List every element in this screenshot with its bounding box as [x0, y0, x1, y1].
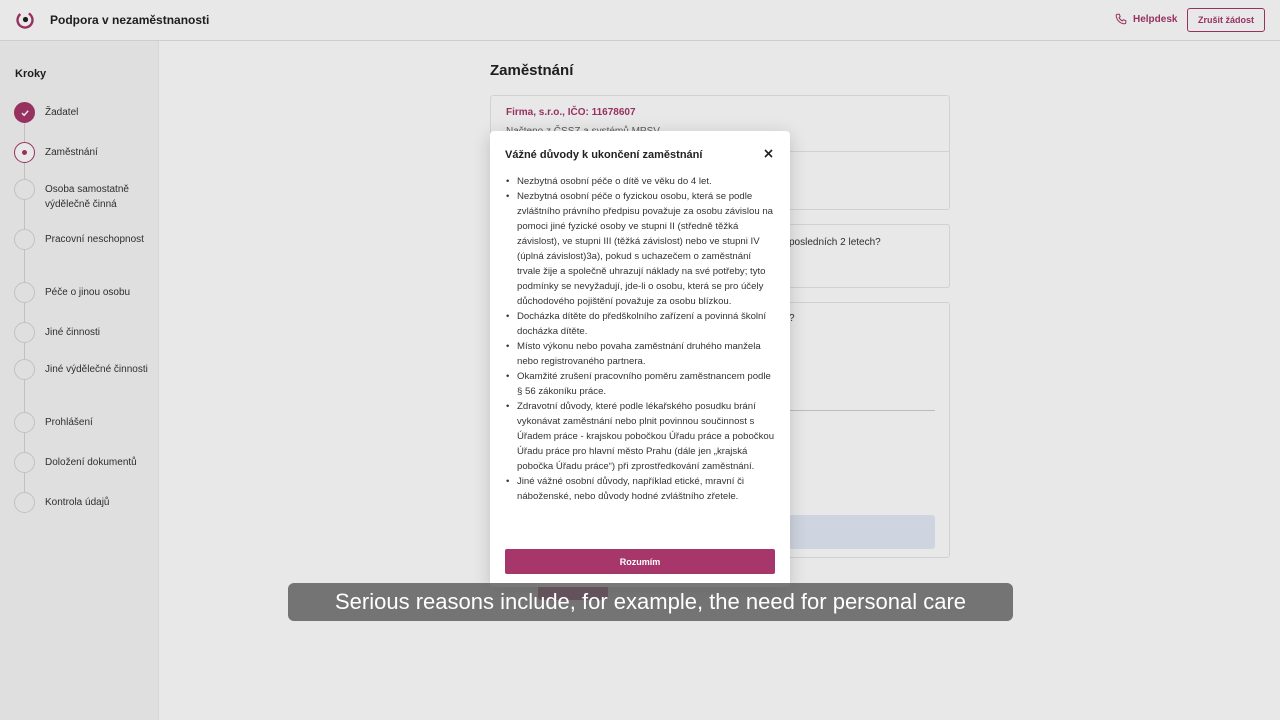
- modal-title: Vážné důvody k ukončení zaměstnání: [505, 149, 703, 161]
- understand-button[interactable]: Rozumím: [505, 549, 775, 574]
- reasons-list: Nezbytná osobní péče o dítě ve věku do 4…: [505, 174, 777, 504]
- list-item: Nezbytná osobní péče o dítě ve věku do 4…: [505, 174, 777, 189]
- list-item: Místo výkonu nebo povaha zaměstnání druh…: [505, 339, 777, 369]
- list-item: Zdravotní důvody, které podle lékařského…: [505, 399, 777, 474]
- video-caption: Serious reasons include, for example, th…: [288, 583, 1013, 621]
- serious-reasons-modal: Vážné důvody k ukončení zaměstnání Nezby…: [490, 131, 790, 587]
- list-item: Nezbytná osobní péče o fyzickou osobu, k…: [505, 189, 777, 309]
- list-item: Jiné vážné osobní důvody, například etic…: [505, 474, 777, 504]
- close-icon: [763, 148, 773, 158]
- close-button[interactable]: [760, 145, 776, 161]
- list-item: Docházka dítěte do předškolního zařízení…: [505, 309, 777, 339]
- list-item: Okamžité zrušení pracovního poměru zaměs…: [505, 369, 777, 399]
